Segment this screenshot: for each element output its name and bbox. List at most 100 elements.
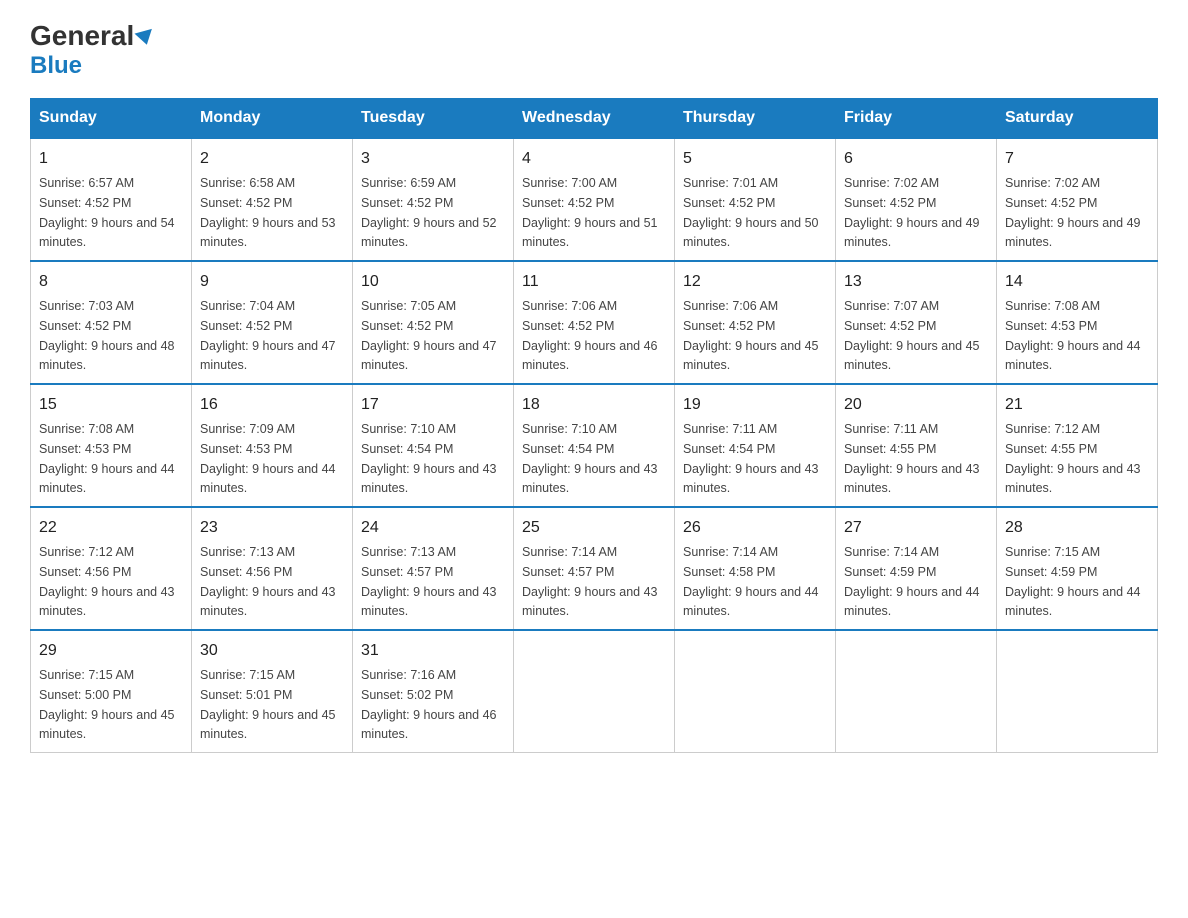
day-number: 18 <box>522 393 666 417</box>
day-info: Sunrise: 7:12 AMSunset: 4:56 PMDaylight:… <box>39 545 175 618</box>
day-number: 16 <box>200 393 344 417</box>
day-info: Sunrise: 7:08 AMSunset: 4:53 PMDaylight:… <box>1005 299 1141 372</box>
day-cell-26: 26Sunrise: 7:14 AMSunset: 4:58 PMDayligh… <box>675 507 836 630</box>
day-info: Sunrise: 6:58 AMSunset: 4:52 PMDaylight:… <box>200 176 336 249</box>
day-number: 7 <box>1005 147 1149 171</box>
day-number: 23 <box>200 516 344 540</box>
day-number: 21 <box>1005 393 1149 417</box>
day-cell-30: 30 Sunrise: 7:15 AMSunset: 5:01 PMDayligh… <box>192 630 353 753</box>
day-cell-16: 16 Sunrise: 7:09 AMSunset: 4:53 PMDayligh… <box>192 384 353 507</box>
day-info: Sunrise: 7:05 AMSunset: 4:52 PMDaylight:… <box>361 299 497 372</box>
day-number: 26 <box>683 516 827 540</box>
day-number: 5 <box>683 147 827 171</box>
header-sunday: Sunday <box>31 99 192 139</box>
day-number: 30 <box>200 639 344 663</box>
day-cell-9: 9Sunrise: 7:04 AMSunset: 4:52 PMDaylight… <box>192 261 353 384</box>
day-number: 3 <box>361 147 505 171</box>
day-info: Sunrise: 7:13 AMSunset: 4:56 PMDaylight:… <box>200 545 336 618</box>
day-number: 4 <box>522 147 666 171</box>
days-header-row: SundayMondayTuesdayWednesdayThursdayFrid… <box>31 99 1158 139</box>
day-info: Sunrise: 7:02 AMSunset: 4:52 PMDaylight:… <box>1005 176 1141 249</box>
day-info: Sunrise: 7:04 AMSunset: 4:52 PMDaylight:… <box>200 299 336 372</box>
day-cell-25: 25 Sunrise: 7:14 AMSunset: 4:57 PMDayligh… <box>514 507 675 630</box>
day-info: Sunrise: 7:01 AMSunset: 4:52 PMDaylight:… <box>683 176 819 249</box>
day-number: 1 <box>39 147 183 171</box>
header-thursday: Thursday <box>675 99 836 139</box>
day-number: 24 <box>361 516 505 540</box>
empty-cell <box>514 630 675 753</box>
day-cell-24: 24 Sunrise: 7:13 AMSunset: 4:57 PMDayligh… <box>353 507 514 630</box>
day-cell-17: 17 Sunrise: 7:10 AMSunset: 4:54 PMDayligh… <box>353 384 514 507</box>
day-info: Sunrise: 7:13 AMSunset: 4:57 PMDaylight:… <box>361 545 497 618</box>
day-cell-31: 31 Sunrise: 7:16 AMSunset: 5:02 PMDayligh… <box>353 630 514 753</box>
day-info: Sunrise: 7:12 AMSunset: 4:55 PMDaylight:… <box>1005 422 1141 495</box>
empty-cell <box>675 630 836 753</box>
day-cell-27: 27Sunrise: 7:14 AMSunset: 4:59 PMDayligh… <box>836 507 997 630</box>
header-tuesday: Tuesday <box>353 99 514 139</box>
header-friday: Friday <box>836 99 997 139</box>
day-info: Sunrise: 7:15 AMSunset: 5:00 PMDaylight:… <box>39 668 175 741</box>
day-cell-28: 28Sunrise: 7:15 AMSunset: 4:59 PMDayligh… <box>997 507 1158 630</box>
logo: General Blue <box>30 20 154 80</box>
week-row-3: 15 Sunrise: 7:08 AMSunset: 4:53 PMDayligh… <box>31 384 1158 507</box>
day-number: 14 <box>1005 270 1149 294</box>
day-cell-22: 22 Sunrise: 7:12 AMSunset: 4:56 PMDayligh… <box>31 507 192 630</box>
day-number: 13 <box>844 270 988 294</box>
day-number: 11 <box>522 270 666 294</box>
day-number: 17 <box>361 393 505 417</box>
day-info: Sunrise: 7:10 AMSunset: 4:54 PMDaylight:… <box>361 422 497 495</box>
day-cell-19: 19 Sunrise: 7:11 AMSunset: 4:54 PMDayligh… <box>675 384 836 507</box>
day-number: 8 <box>39 270 183 294</box>
week-row-2: 8 Sunrise: 7:03 AMSunset: 4:52 PMDaylight… <box>31 261 1158 384</box>
empty-cell <box>836 630 997 753</box>
day-info: Sunrise: 7:09 AMSunset: 4:53 PMDaylight:… <box>200 422 336 495</box>
page-header: General Blue <box>30 20 1158 80</box>
day-number: 22 <box>39 516 183 540</box>
week-row-4: 22 Sunrise: 7:12 AMSunset: 4:56 PMDayligh… <box>31 507 1158 630</box>
day-info: Sunrise: 7:10 AMSunset: 4:54 PMDaylight:… <box>522 422 658 495</box>
day-info: Sunrise: 7:06 AMSunset: 4:52 PMDaylight:… <box>522 299 658 372</box>
day-number: 19 <box>683 393 827 417</box>
day-cell-6: 6Sunrise: 7:02 AMSunset: 4:52 PMDaylight… <box>836 138 997 261</box>
day-number: 15 <box>39 393 183 417</box>
day-info: Sunrise: 6:57 AMSunset: 4:52 PMDaylight:… <box>39 176 175 249</box>
header-wednesday: Wednesday <box>514 99 675 139</box>
day-cell-20: 20Sunrise: 7:11 AMSunset: 4:55 PMDayligh… <box>836 384 997 507</box>
day-info: Sunrise: 7:02 AMSunset: 4:52 PMDaylight:… <box>844 176 980 249</box>
day-info: Sunrise: 7:03 AMSunset: 4:52 PMDaylight:… <box>39 299 175 372</box>
week-row-1: 1 Sunrise: 6:57 AMSunset: 4:52 PMDaylight… <box>31 138 1158 261</box>
day-info: Sunrise: 7:11 AMSunset: 4:54 PMDaylight:… <box>683 422 819 495</box>
day-number: 2 <box>200 147 344 171</box>
day-number: 25 <box>522 516 666 540</box>
day-info: Sunrise: 7:07 AMSunset: 4:52 PMDaylight:… <box>844 299 980 372</box>
day-number: 20 <box>844 393 988 417</box>
day-cell-18: 18 Sunrise: 7:10 AMSunset: 4:54 PMDayligh… <box>514 384 675 507</box>
day-cell-8: 8 Sunrise: 7:03 AMSunset: 4:52 PMDaylight… <box>31 261 192 384</box>
day-number: 28 <box>1005 516 1149 540</box>
day-cell-1: 1 Sunrise: 6:57 AMSunset: 4:52 PMDaylight… <box>31 138 192 261</box>
day-number: 12 <box>683 270 827 294</box>
day-info: Sunrise: 7:16 AMSunset: 5:02 PMDaylight:… <box>361 668 497 741</box>
empty-cell <box>997 630 1158 753</box>
day-cell-15: 15 Sunrise: 7:08 AMSunset: 4:53 PMDayligh… <box>31 384 192 507</box>
logo-general-text: General <box>30 20 154 52</box>
header-saturday: Saturday <box>997 99 1158 139</box>
day-cell-7: 7 Sunrise: 7:02 AMSunset: 4:52 PMDaylight… <box>997 138 1158 261</box>
day-cell-13: 13 Sunrise: 7:07 AMSunset: 4:52 PMDayligh… <box>836 261 997 384</box>
day-info: Sunrise: 7:15 AMSunset: 5:01 PMDaylight:… <box>200 668 336 741</box>
header-monday: Monday <box>192 99 353 139</box>
week-row-5: 29Sunrise: 7:15 AMSunset: 5:00 PMDayligh… <box>31 630 1158 753</box>
day-cell-12: 12Sunrise: 7:06 AMSunset: 4:52 PMDayligh… <box>675 261 836 384</box>
day-info: Sunrise: 7:08 AMSunset: 4:53 PMDaylight:… <box>39 422 175 495</box>
day-cell-11: 11 Sunrise: 7:06 AMSunset: 4:52 PMDayligh… <box>514 261 675 384</box>
day-cell-4: 4Sunrise: 7:00 AMSunset: 4:52 PMDaylight… <box>514 138 675 261</box>
day-info: Sunrise: 7:14 AMSunset: 4:57 PMDaylight:… <box>522 545 658 618</box>
day-cell-21: 21 Sunrise: 7:12 AMSunset: 4:55 PMDayligh… <box>997 384 1158 507</box>
day-number: 27 <box>844 516 988 540</box>
day-info: Sunrise: 6:59 AMSunset: 4:52 PMDaylight:… <box>361 176 497 249</box>
day-cell-10: 10Sunrise: 7:05 AMSunset: 4:52 PMDayligh… <box>353 261 514 384</box>
calendar-table: SundayMondayTuesdayWednesdayThursdayFrid… <box>30 98 1158 753</box>
day-cell-23: 23 Sunrise: 7:13 AMSunset: 4:56 PMDayligh… <box>192 507 353 630</box>
day-cell-14: 14 Sunrise: 7:08 AMSunset: 4:53 PMDayligh… <box>997 261 1158 384</box>
day-number: 31 <box>361 639 505 663</box>
